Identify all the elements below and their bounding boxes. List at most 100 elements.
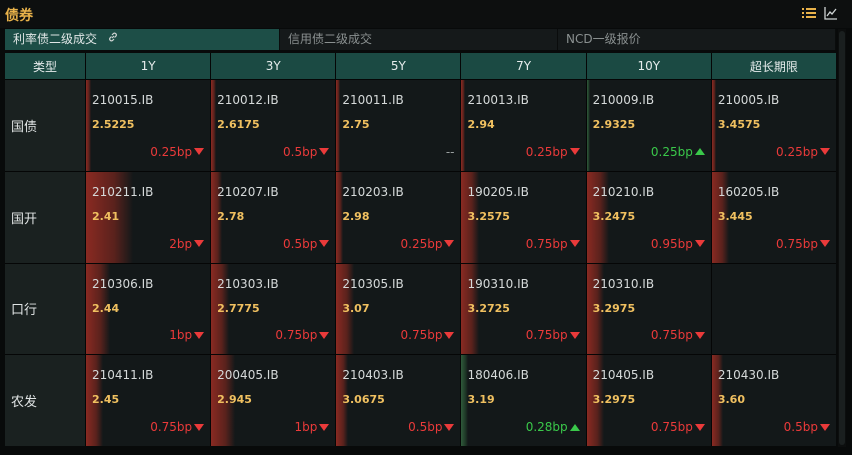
column-header[interactable]: 超长期限 — [711, 53, 836, 79]
change-value: 1bp — [169, 328, 193, 343]
bond-yield: 2.7775 — [217, 301, 260, 315]
bond-yield: 2.98 — [342, 209, 370, 223]
bond-cell[interactable]: 210013.IB 2.94 0.25bp — [461, 80, 586, 171]
bond-cell[interactable]: 190205.IB 3.2575 0.75bp — [461, 171, 586, 263]
change-value: 0.25bp — [525, 144, 568, 159]
yield-change: 1bp — [169, 328, 205, 343]
yield-change: 0.75bp — [651, 420, 705, 434]
triangle-down-icon — [319, 423, 330, 431]
bond-cell[interactable]: 210203.IB 2.98 0.25bp — [336, 171, 461, 263]
yield-change: -- — [446, 145, 455, 159]
bond-cell[interactable]: 210405.IB 3.2975 0.75bp — [586, 355, 711, 446]
tab-label: NCD一级报价 — [566, 32, 641, 46]
change-value: 0.28bp — [525, 420, 568, 434]
bond-cell[interactable]: 210210.IB 3.2475 0.95bp — [586, 171, 711, 263]
bond-cell[interactable]: 210012.IB 2.6175 0.5bp — [211, 80, 336, 171]
tab-rate-bond-secondary[interactable]: 利率债二级成交 — [5, 29, 280, 50]
bond-cell[interactable]: 210305.IB 3.07 0.75bp — [336, 263, 461, 355]
change-bar — [336, 80, 341, 171]
yield-change: 0.75bp — [776, 237, 830, 251]
bond-cell[interactable]: 210430.IB 3.60 0.5bp — [711, 355, 836, 446]
bond-cell[interactable]: 210310.IB 3.2975 0.75bp — [586, 263, 711, 355]
bond-code: 210011.IB — [342, 93, 404, 107]
bond-cell[interactable]: 210207.IB 2.78 0.5bp — [211, 171, 336, 263]
bond-cell[interactable]: 210009.IB 2.9325 0.25bp — [586, 80, 711, 171]
scrollbar-thumb[interactable] — [839, 31, 845, 445]
bond-cell[interactable]: 210303.IB 2.7775 0.75bp — [211, 263, 336, 355]
bond-code: 210015.IB — [92, 93, 154, 107]
bond-code: 200405.IB — [217, 368, 279, 383]
panel-header: 债券 — [0, 0, 852, 28]
bond-yield: 2.6175 — [217, 118, 260, 131]
change-value: 0.95bp — [650, 236, 693, 251]
bond-yield: 3.2975 — [592, 301, 636, 315]
column-header[interactable]: 1Y — [86, 53, 211, 79]
triangle-down-icon — [319, 240, 330, 247]
bond-yield: 3.60 — [717, 393, 745, 407]
bond-cell[interactable]: 210005.IB 3.4575 0.25bp — [711, 80, 836, 171]
bond-code: 210203.IB — [342, 184, 404, 199]
bond-cell[interactable]: 210403.IB 3.0675 0.5bp — [336, 355, 461, 446]
triangle-up-icon — [694, 148, 705, 156]
bond-code: 210430.IB — [717, 368, 780, 383]
bond-code: 210405.IB — [592, 368, 655, 383]
bond-yield: 3.4575 — [717, 118, 761, 131]
column-header[interactable]: 7Y — [461, 53, 586, 79]
link-icon[interactable] — [107, 29, 119, 50]
triangle-down-icon — [694, 423, 705, 431]
bond-cell[interactable]: 210306.IB 2.44 1bp — [86, 263, 211, 355]
tab-ncd-primary-quote[interactable]: NCD一级报价 — [558, 29, 836, 50]
bond-code: 210207.IB — [217, 184, 279, 199]
triangle-down-icon — [444, 240, 455, 247]
change-value: 0.25bp — [400, 236, 443, 251]
yield-change: 0.75bp — [401, 328, 455, 342]
bond-cell[interactable]: 190310.IB 3.2725 0.75bp — [461, 263, 586, 355]
line-chart-icon[interactable] — [824, 6, 838, 20]
bond-code: 210012.IB — [217, 93, 279, 107]
change-value: 0.5bp — [408, 420, 443, 434]
triangle-down-icon — [444, 423, 455, 431]
change-value: -- — [445, 144, 455, 159]
bond-code: 210305.IB — [342, 276, 404, 291]
yield-change: 0.5bp — [283, 144, 330, 159]
bond-yield: 3.2725 — [467, 301, 510, 315]
triangle-down-icon — [694, 331, 705, 339]
bond-code: 210005.IB — [717, 93, 780, 107]
column-header[interactable]: 5Y — [336, 53, 461, 79]
row-header: 农发 — [5, 355, 85, 446]
bond-cell[interactable]: 180406.IB 3.19 0.28bp — [461, 355, 586, 446]
bond-cell[interactable]: 210015.IB 2.5225 0.25bp — [86, 80, 211, 171]
triangle-down-icon — [194, 423, 205, 431]
triangle-down-icon — [694, 240, 705, 247]
bond-cell[interactable]: 210011.IB 2.75 -- — [336, 80, 461, 171]
tab-credit-bond-secondary[interactable]: 信用债二级成交 — [280, 29, 558, 50]
bond-cell[interactable]: 210411.IB 2.45 0.75bp — [86, 355, 211, 446]
bond-cell[interactable]: 160205.IB 3.445 0.75bp — [711, 171, 836, 263]
triangle-down-icon — [569, 331, 580, 339]
column-header[interactable]: 3Y — [211, 53, 336, 79]
bond-yield: 3.07 — [342, 301, 370, 315]
triangle-down-icon — [444, 331, 455, 339]
triangle-down-icon — [194, 331, 205, 339]
change-value: 1bp — [294, 420, 318, 434]
change-bar — [86, 80, 91, 171]
bond-cell[interactable]: 210211.IB 2.41 2bp — [86, 171, 211, 263]
column-header[interactable]: 10Y — [586, 53, 711, 79]
scrollbar[interactable] — [838, 29, 846, 447]
yield-change: 0.25bp — [651, 145, 705, 159]
change-value: 0.25bp — [650, 144, 693, 159]
bond-yield: 3.2475 — [592, 209, 636, 223]
change-value: 0.5bp — [283, 144, 318, 159]
tab-label: 利率债二级成交 — [13, 32, 98, 46]
change-bar — [461, 80, 466, 171]
change-bar — [586, 80, 591, 171]
bond-code: 210303.IB — [217, 276, 279, 291]
bond-code: 210009.IB — [592, 93, 655, 107]
bond-yield: 2.78 — [217, 209, 245, 223]
column-header-type: 类型 — [5, 53, 85, 79]
bond-yield: 2.5225 — [92, 118, 135, 131]
list-icon[interactable] — [802, 6, 816, 20]
bond-cell[interactable]: 200405.IB 2.945 1bp — [211, 355, 336, 446]
yield-change: 0.25bp — [401, 237, 455, 251]
yield-change: 0.75bp — [651, 328, 705, 342]
